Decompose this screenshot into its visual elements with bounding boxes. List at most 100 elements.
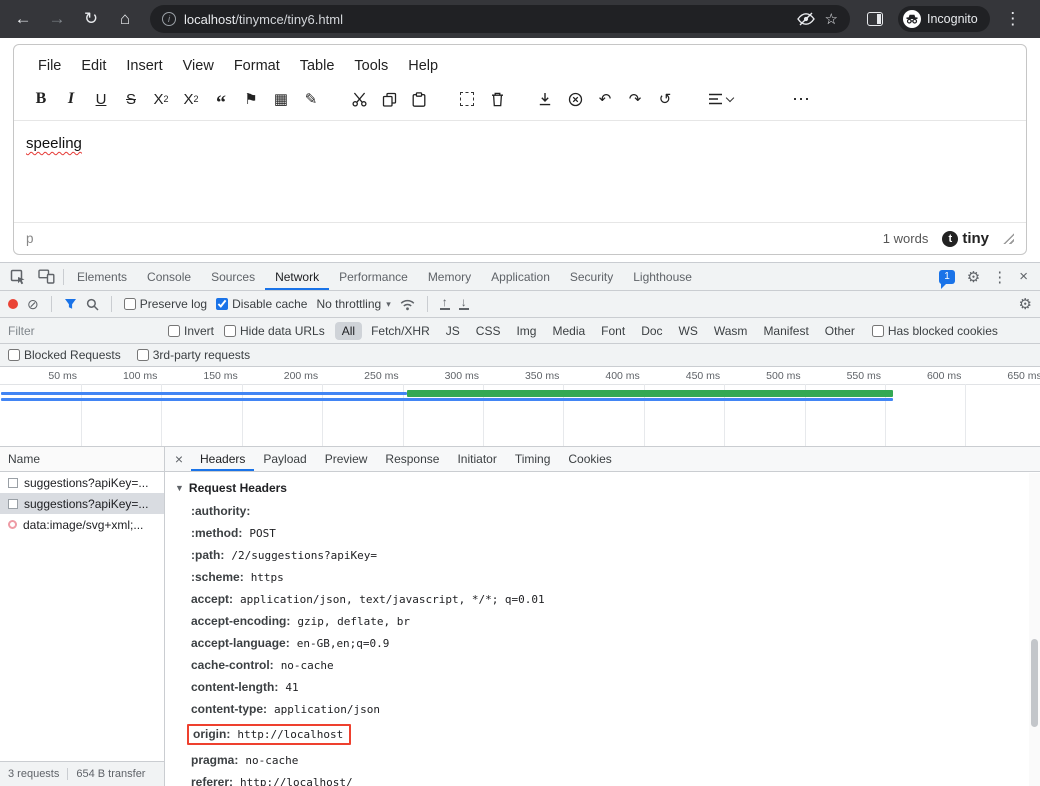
reload-icon[interactable]: ↻ xyxy=(76,4,106,34)
filter-pill-fetch-xhr[interactable]: Fetch/XHR xyxy=(364,322,437,340)
search-icon[interactable] xyxy=(86,298,99,311)
request-headers-section[interactable]: ▼ Request Headers xyxy=(175,481,1026,495)
tab-elements[interactable]: Elements xyxy=(67,263,137,290)
subscript-icon[interactable]: X2 xyxy=(146,86,176,112)
undo-icon[interactable]: ↶ xyxy=(590,86,620,112)
blockquote-icon[interactable]: “ xyxy=(206,86,236,112)
disable-cache-input[interactable] xyxy=(216,298,228,310)
filter-pill-all[interactable]: All xyxy=(335,322,362,340)
format-painter-icon[interactable]: ⚑ xyxy=(236,86,266,112)
cut-icon[interactable] xyxy=(344,86,374,112)
select-all-icon[interactable] xyxy=(452,86,482,112)
tab-application[interactable]: Application xyxy=(481,263,560,290)
site-info-icon[interactable]: i xyxy=(162,12,176,26)
requests-name-header[interactable]: Name xyxy=(0,447,164,472)
inspect-element-icon[interactable] xyxy=(4,263,32,290)
detail-tab-cookies[interactable]: Cookies xyxy=(559,447,620,471)
superscript-icon[interactable]: X2 xyxy=(176,86,206,112)
back-icon[interactable]: ← xyxy=(8,4,38,34)
element-path[interactable]: p xyxy=(26,231,34,246)
detail-tab-response[interactable]: Response xyxy=(376,447,448,471)
filter-funnel-icon[interactable] xyxy=(64,298,77,310)
hide-data-urls-checkbox[interactable]: Hide data URLs xyxy=(224,324,325,338)
record-icon[interactable] xyxy=(8,299,18,309)
align-dropdown[interactable] xyxy=(698,86,742,112)
invert-input[interactable] xyxy=(168,325,180,337)
editor-content[interactable]: speeling xyxy=(14,121,1026,222)
tab-security[interactable]: Security xyxy=(560,263,623,290)
home-icon[interactable]: ⌂ xyxy=(110,4,140,34)
detail-scrollbar[interactable] xyxy=(1029,473,1040,786)
menu-help[interactable]: Help xyxy=(398,54,448,78)
third-party-requests-input[interactable] xyxy=(137,349,149,361)
underline-icon[interactable]: U xyxy=(86,86,116,112)
filter-pill-js[interactable]: JS xyxy=(439,322,467,340)
tab-lighthouse[interactable]: Lighthouse xyxy=(623,263,702,290)
filter-pill-css[interactable]: CSS xyxy=(469,322,508,340)
import-har-icon[interactable]: ↑ xyxy=(440,298,450,310)
copy-icon[interactable] xyxy=(374,86,404,112)
misspelled-word[interactable]: speeling xyxy=(26,135,82,152)
disable-cache-checkbox[interactable]: Disable cache xyxy=(216,297,307,311)
blocked-requests-input[interactable] xyxy=(8,349,20,361)
detail-tab-preview[interactable]: Preview xyxy=(316,447,377,471)
menu-view[interactable]: View xyxy=(173,54,224,78)
detail-tab-headers[interactable]: Headers xyxy=(191,447,254,471)
bold-icon[interactable]: B xyxy=(26,86,56,112)
filter-pill-doc[interactable]: Doc xyxy=(634,322,669,340)
network-overview[interactable]: 50 ms100 ms150 ms200 ms250 ms300 ms350 m… xyxy=(0,367,1040,447)
network-conditions-icon[interactable] xyxy=(400,298,415,311)
cookies-blocked-eye-icon[interactable] xyxy=(797,12,815,26)
italic-icon[interactable]: I xyxy=(56,86,86,112)
cancel-icon[interactable] xyxy=(560,86,590,112)
tiny-logo[interactable]: t tiny xyxy=(942,230,989,247)
paste-icon[interactable] xyxy=(404,86,434,112)
scrollbar-thumb[interactable] xyxy=(1031,639,1038,727)
issues-badge[interactable]: 1 xyxy=(939,270,955,284)
menu-table[interactable]: Table xyxy=(290,54,345,78)
address-bar[interactable]: i localhost/tinymce/tiny6.html ☆ xyxy=(150,5,850,33)
menu-format[interactable]: Format xyxy=(224,54,290,78)
image-icon[interactable]: ▦ xyxy=(266,86,296,112)
detail-tab-timing[interactable]: Timing xyxy=(506,447,560,471)
hide-data-urls-input[interactable] xyxy=(224,325,236,337)
tab-memory[interactable]: Memory xyxy=(418,263,481,290)
restore-draft-icon[interactable]: ↺ xyxy=(650,86,680,112)
filter-pill-img[interactable]: Img xyxy=(509,322,543,340)
detail-close-icon[interactable]: × xyxy=(167,447,191,471)
preserve-log-input[interactable] xyxy=(124,298,136,310)
browser-menu-icon[interactable]: ⋮ xyxy=(998,4,1028,34)
bookmark-star-icon[interactable]: ☆ xyxy=(825,10,838,28)
redo-icon[interactable]: ↷ xyxy=(620,86,650,112)
third-party-requests-checkbox[interactable]: 3rd-party requests xyxy=(137,348,250,362)
filter-pill-media[interactable]: Media xyxy=(545,322,592,340)
request-row[interactable]: suggestions?apiKey=... xyxy=(0,472,164,493)
export-download-icon[interactable] xyxy=(530,86,560,112)
tab-sources[interactable]: Sources xyxy=(201,263,265,290)
devtools-menu-icon[interactable]: ⋮ xyxy=(992,268,1007,286)
word-count[interactable]: 1 words xyxy=(883,231,929,246)
devtools-settings-gear-icon[interactable]: ⚙ xyxy=(967,268,980,286)
delete-icon[interactable] xyxy=(482,86,512,112)
devtools-close-icon[interactable]: × xyxy=(1019,268,1028,285)
request-row[interactable]: data:image/svg+xml;... xyxy=(0,514,164,535)
menu-tools[interactable]: Tools xyxy=(344,54,398,78)
device-toolbar-icon[interactable] xyxy=(32,263,60,290)
strikethrough-icon[interactable]: S xyxy=(116,86,146,112)
has-blocked-cookies-input[interactable] xyxy=(872,325,884,337)
tab-console[interactable]: Console xyxy=(137,263,201,290)
invert-checkbox[interactable]: Invert xyxy=(168,324,214,338)
throttling-dropdown[interactable]: No throttling ▾ xyxy=(316,297,390,311)
detail-tab-initiator[interactable]: Initiator xyxy=(448,447,505,471)
network-settings-gear-icon[interactable]: ⚙ xyxy=(1019,295,1032,313)
resize-handle[interactable] xyxy=(1003,233,1014,244)
request-row-selected[interactable]: suggestions?apiKey=... xyxy=(0,493,164,514)
filter-pill-other[interactable]: Other xyxy=(818,322,862,340)
filter-pill-font[interactable]: Font xyxy=(594,322,632,340)
tab-performance[interactable]: Performance xyxy=(329,263,418,290)
highlighter-pen-icon[interactable]: ✎ xyxy=(296,86,326,112)
filter-input[interactable] xyxy=(8,324,158,338)
url-text[interactable]: localhost/tinymce/tiny6.html xyxy=(184,12,343,27)
menu-insert[interactable]: Insert xyxy=(116,54,172,78)
blocked-requests-checkbox[interactable]: Blocked Requests xyxy=(8,348,121,362)
